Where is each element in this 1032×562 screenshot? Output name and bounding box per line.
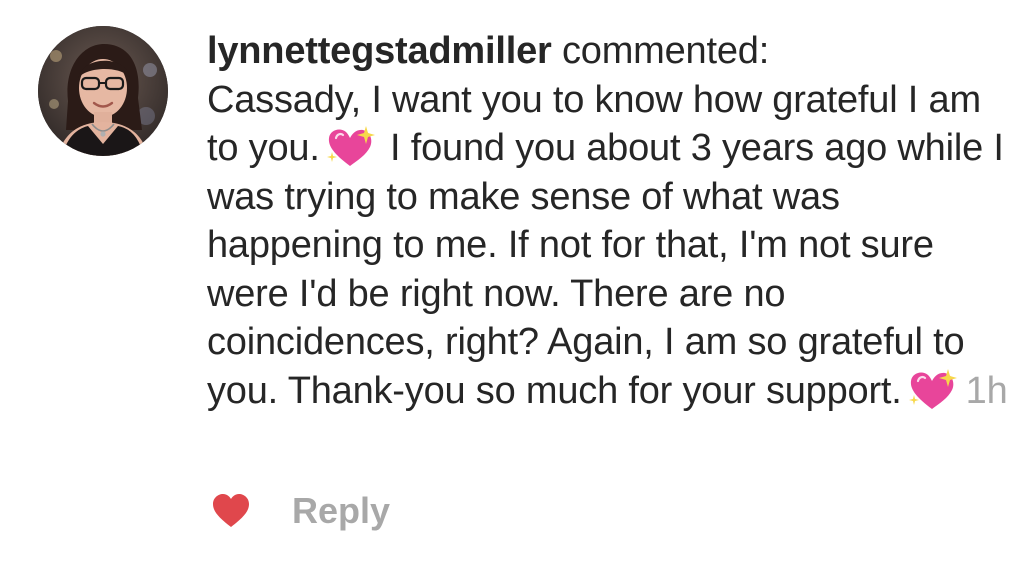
comment-username[interactable]: lynnettegstadmiller (207, 30, 552, 72)
comment-timestamp: 1h (965, 369, 1008, 412)
comment-text-part2: I found you about 3 years ago while I wa… (207, 127, 1004, 412)
comment: lynnettegstadmiller commented: Cassady, I… (0, 0, 1032, 562)
reply-button[interactable]: Reply (292, 490, 390, 532)
avatar[interactable] (38, 26, 168, 156)
comment-body: lynnettegstadmiller commented: Cassady, I… (207, 27, 1022, 415)
avatar-photo (38, 26, 168, 156)
sparkling-heart-icon (326, 126, 376, 168)
comment-action-text: commented: (551, 30, 770, 72)
sparkling-heart-icon (908, 368, 958, 411)
heart-icon[interactable] (212, 494, 250, 528)
comment-actions: Reply (212, 488, 390, 534)
